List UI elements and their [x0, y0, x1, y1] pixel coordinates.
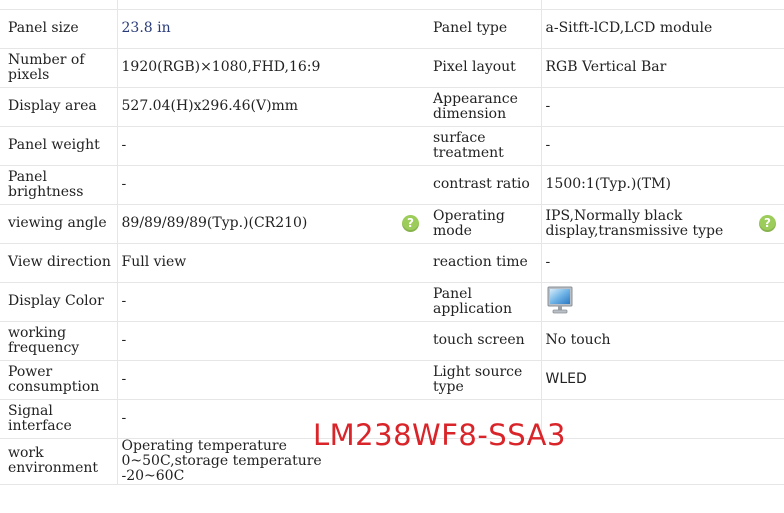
row-label: Panel type [427, 9, 542, 49]
row-label: Panel application [427, 282, 542, 322]
row-value: Full view [117, 243, 427, 283]
table-row: Number of pixels 1920(RGB)×1080,FHD,16:9… [0, 48, 784, 88]
table-row: working frequency - touch screen No touc… [0, 321, 784, 361]
row-label: touch screen [427, 321, 542, 361]
row-value: - [541, 126, 784, 166]
row-label: Signal interface [0, 399, 118, 439]
row-label: View direction [0, 243, 118, 283]
row-value: IPS,Normally black display,transmissive … [545, 207, 724, 239]
row-value: - [117, 321, 427, 361]
row-value: - [541, 243, 784, 283]
table-row: View direction Full view reaction time - [0, 243, 784, 283]
row-value: 1500:1(Typ.)(TM) [541, 165, 784, 205]
table-row: Power consumption - Light source type WL… [0, 360, 784, 400]
row-label: Display Color [0, 282, 118, 322]
row-value-cell: 89/89/89/89(Typ.)(CR210) ? [117, 204, 427, 244]
row-label: Appearance dimension [427, 87, 542, 127]
spec-table: Panel size 23.8 in Panel type a-Sitft-lC… [0, 0, 784, 485]
row-value [541, 399, 784, 439]
row-value: a-Sitft-lCD,LCD module [541, 9, 784, 49]
row-label: Number of pixels [0, 48, 118, 88]
row-value: - [117, 360, 427, 400]
row-label: Light source type [427, 360, 542, 400]
row-label: Panel brightness [0, 165, 118, 205]
row-value: - [117, 282, 427, 322]
table-row: Panel size 23.8 in Panel type a-Sitft-lC… [0, 9, 784, 49]
row-label: viewing angle [0, 204, 118, 244]
row-label: surface treatment [427, 126, 542, 166]
row-label: Power consumption [0, 360, 118, 400]
row-value: - [541, 87, 784, 127]
table-top-row [0, 0, 784, 10]
table-row: Display Color - Panel application [0, 282, 784, 322]
monitor-icon [546, 285, 574, 319]
row-value: 1920(RGB)×1080,FHD,16:9 [117, 48, 427, 88]
row-value: - [117, 126, 427, 166]
help-icon[interactable]: ? [759, 215, 776, 232]
row-value-cell: IPS,Normally black display,transmissive … [541, 204, 784, 244]
row-label: Display area [0, 87, 118, 127]
row-value: 527.04(H)x296.46(V)mm [117, 87, 427, 127]
table-row: Panel brightness - contrast ratio 1500:1… [0, 165, 784, 205]
table-row: Panel weight - surface treatment - [0, 126, 784, 166]
row-value: No touch [541, 321, 784, 361]
row-value: 23.8 in [117, 9, 427, 49]
row-label: working frequency [0, 321, 118, 361]
row-value-cell [541, 282, 784, 322]
model-watermark: LM238WF8-SSA3 [313, 418, 566, 452]
row-value: 89/89/89/89(Typ.)(CR210) [121, 215, 308, 231]
row-value: - [117, 165, 427, 205]
row-label: work environment [0, 438, 118, 485]
row-label: Operating mode [427, 204, 542, 244]
row-label: Pixel layout [427, 48, 542, 88]
row-label: Panel weight [0, 126, 118, 166]
row-label: Panel size [0, 9, 118, 49]
row-label: reaction time [427, 243, 542, 283]
row-value: RGB Vertical Bar [541, 48, 784, 88]
row-label: contrast ratio [427, 165, 542, 205]
help-icon[interactable]: ? [402, 215, 419, 232]
table-row: Display area 527.04(H)x296.46(V)mm Appea… [0, 87, 784, 127]
row-value: WLED [541, 360, 784, 400]
table-row: viewing angle 89/89/89/89(Typ.)(CR210) ?… [0, 204, 784, 244]
